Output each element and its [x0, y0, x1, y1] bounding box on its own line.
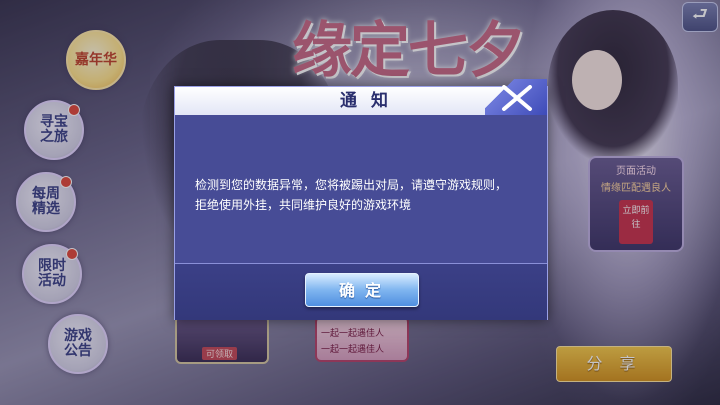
- dialog-message: 检测到您的数据异常，您将被踢出对局，请遵守游戏规则，拒绝使用外挂，共同维护良好的…: [195, 178, 508, 212]
- notice-dialog: 通知 检测到您的数据异常，您将被踢出对局，请遵守游戏规则，拒绝使用外挂，共同维护…: [174, 79, 548, 320]
- close-button[interactable]: [485, 79, 547, 115]
- close-x-icon: [502, 85, 532, 111]
- confirm-button[interactable]: 确定: [305, 273, 419, 307]
- dialog-body: 检测到您的数据异常，您将被踢出对局，请遵守游戏规则，拒绝使用外挂，共同维护良好的…: [175, 115, 547, 263]
